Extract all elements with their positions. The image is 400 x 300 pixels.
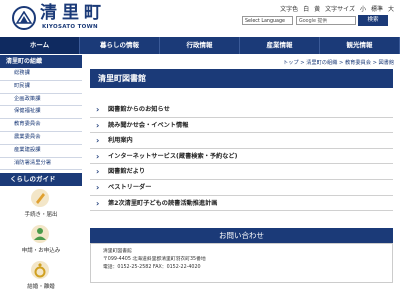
menu-item-label: 図書館だより	[108, 168, 146, 176]
breadcrumb[interactable]: トップ > 清里町の組織 > 教育委員会 > 図書館	[283, 59, 394, 66]
menu-item-label: 読み聞かせ会・イベント情報	[108, 121, 189, 129]
town-logo-icon[interactable]	[12, 6, 36, 30]
nav-administration[interactable]: 行政情報	[160, 37, 240, 54]
search-button[interactable]: 検索	[358, 15, 388, 26]
chevron-right-icon: ›	[96, 198, 100, 208]
menu-item-events[interactable]: › 読み聞かせ会・イベント情報	[90, 118, 393, 134]
menu-item-label: 第2次清里町子どもの読書活動推進計画	[108, 199, 218, 207]
menu-item-usage-guide[interactable]: › 利用案内	[90, 133, 393, 149]
chevron-right-icon: ›	[96, 167, 100, 177]
guide-marriage[interactable]: 結婚・離婚	[0, 258, 82, 294]
nav-tourism[interactable]: 観光情報	[320, 37, 400, 54]
global-nav: ホーム 暮らしの情報 行政情報 産業情報 観光情報	[0, 37, 400, 54]
text-size-standard-button[interactable]: 標準	[371, 4, 383, 13]
contact-heading: お問い合わせ	[90, 228, 393, 243]
menu-item-reading-plan[interactable]: › 第2次清里町子どもの読書活動推進計画	[90, 196, 393, 212]
person-icon	[31, 225, 49, 244]
text-size-large-button[interactable]: 大	[388, 4, 394, 13]
language-select[interactable]: Select Language	[242, 16, 293, 25]
text-color-label: 文字色	[280, 6, 299, 13]
sidebar-item-general-affairs[interactable]: 総務課	[0, 68, 82, 81]
pencil-icon	[31, 189, 49, 208]
sidebar-item-residents[interactable]: 町民課	[0, 81, 82, 94]
life-guide-heading: くらしのガイド	[0, 173, 82, 187]
guide-label: 申請・お申込み	[21, 248, 61, 255]
contact-address: 〒099-4405 北海道斜里郡清里町羽衣町35番地	[103, 257, 206, 262]
ring-icon	[31, 261, 49, 280]
page-title: 清里町図書館	[90, 69, 393, 88]
guide-procedures[interactable]: 手続き・届出	[0, 186, 82, 222]
accessibility-links: 文字色 白 黄 文字サイズ 小 標準 大	[280, 4, 394, 13]
chevron-right-icon: ›	[96, 136, 100, 146]
library-menu: › 図書館からのお知らせ › 読み聞かせ会・イベント情報 › 利用案内 › インターネッ…	[90, 102, 393, 212]
guide-applications[interactable]: 申請・お申込み	[0, 222, 82, 258]
text-size-small-button[interactable]: 小	[360, 4, 366, 13]
sidebar: 清里町の組織 総務課 町民課 企画政策課 保健福祉課 教育委員会 農業委員会 産…	[0, 55, 82, 300]
menu-item-label: インターネットサービス(蔵書検索・予約など)	[108, 152, 238, 160]
site-subtitle: KIYOSATO TOWN	[42, 24, 98, 30]
sidebar-heading[interactable]: 清里町の組織	[0, 55, 82, 68]
nav-industry[interactable]: 産業情報	[240, 37, 320, 54]
sidebar-item-education-board[interactable]: 教育委員会	[0, 119, 82, 132]
guide-label: 結婚・離婚	[27, 284, 55, 291]
site-header: 清里町 KIYOSATO TOWN 文字色 白 黄 文字サイズ 小 標準 大 S…	[0, 0, 400, 36]
nav-home[interactable]: ホーム	[0, 37, 80, 54]
sidebar-item-industry-construction[interactable]: 産業建設課	[0, 145, 82, 158]
menu-item-best-reader[interactable]: › ベストリーダー	[90, 180, 393, 196]
text-color-white-button[interactable]: 白	[303, 4, 309, 13]
contact-name: 清里町図書館	[103, 249, 132, 254]
contact-phone: 電話：0152-25-2582 FAX：0152-22-4020	[103, 265, 201, 270]
text-color-yellow-button[interactable]: 黄	[314, 4, 320, 13]
text-size-label: 文字サイズ	[325, 6, 355, 13]
menu-item-label: 図書館からのお知らせ	[108, 106, 170, 113]
sidebar-item-health-welfare[interactable]: 保健福祉課	[0, 106, 82, 120]
site-title[interactable]: 清里町	[40, 3, 106, 23]
chevron-right-icon: ›	[96, 151, 100, 161]
chevron-right-icon: ›	[96, 182, 100, 192]
nav-living[interactable]: 暮らしの情報	[80, 37, 160, 54]
menu-item-newsletter[interactable]: › 図書館だより	[90, 164, 393, 180]
menu-item-label: 利用案内	[108, 137, 133, 145]
guide-label: 手続き・届出	[24, 212, 58, 219]
contact-info: 清里町図書館 〒099-4405 北海道斜里郡清里町羽衣町35番地 電話：015…	[90, 243, 393, 283]
sidebar-item-agriculture-board[interactable]: 農業委員会	[0, 132, 82, 145]
chevron-right-icon: ›	[96, 120, 100, 130]
chevron-right-icon: ›	[96, 105, 100, 114]
menu-item-news[interactable]: › 図書館からのお知らせ	[90, 102, 393, 118]
sidebar-item-fire-station[interactable]: 消防署清里分署	[0, 158, 82, 171]
menu-item-internet-service[interactable]: › インターネットサービス(蔵書検索・予約など)	[90, 149, 393, 165]
menu-item-label: ベストリーダー	[108, 183, 152, 191]
search-input[interactable]: Google 提供	[296, 16, 356, 25]
sidebar-item-planning[interactable]: 企画政策課	[0, 94, 82, 107]
